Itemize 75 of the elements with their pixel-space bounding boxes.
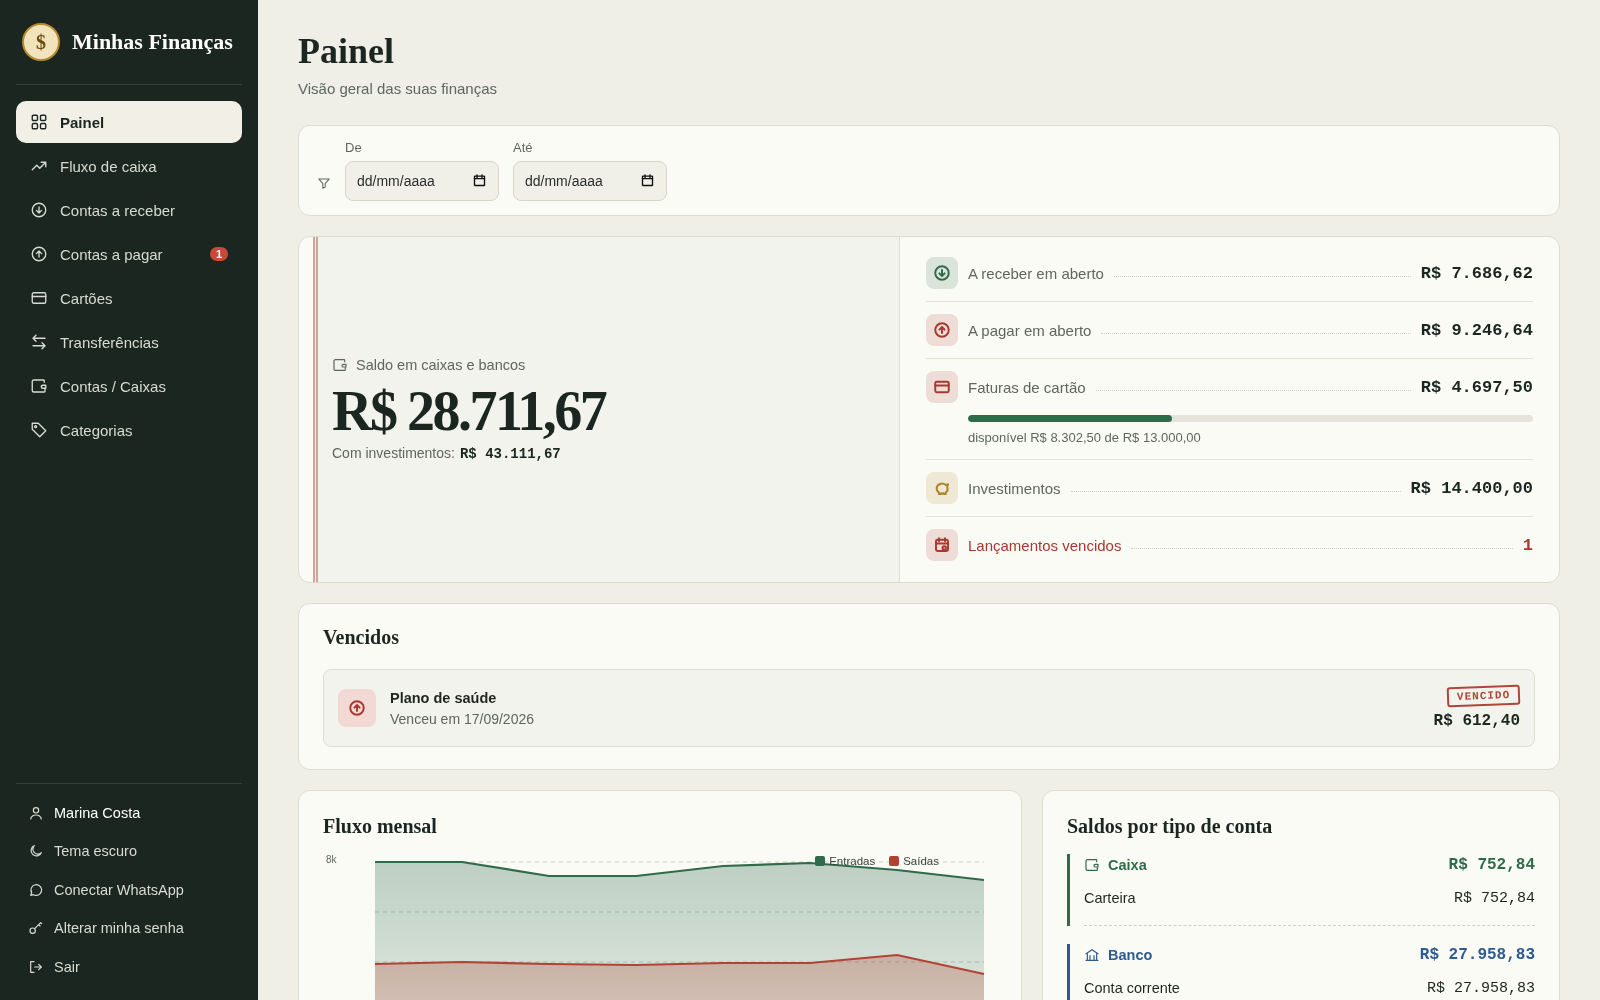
wallet-icon xyxy=(1084,857,1100,873)
due-date: Venceu em 17/09/2026 xyxy=(390,710,535,727)
person-icon xyxy=(28,804,44,821)
nav-item[interactable]: Transferências xyxy=(16,321,242,363)
limit-note: disponível R$ 8.302,50 de R$ 13.000,00 xyxy=(968,430,1202,445)
menu-link[interactable]: Sair xyxy=(16,947,242,986)
tag-icon xyxy=(30,421,48,439)
moon-icon xyxy=(28,843,44,860)
account-name: Carteira xyxy=(1084,890,1136,907)
section-title: Saldos por tipo de conta xyxy=(1067,815,1274,838)
date-field[interactable]: dd/mm/aaaa xyxy=(345,161,499,201)
filter-icon xyxy=(317,176,331,190)
axis-label: 8k xyxy=(326,854,337,865)
arrow-up-circle-icon xyxy=(30,245,48,263)
metric-label: Faturas de cartão xyxy=(968,378,1086,396)
wallet-icon xyxy=(30,377,48,395)
calendar-icon xyxy=(640,173,655,188)
field-label: Até xyxy=(513,140,534,155)
logout-icon xyxy=(28,958,44,975)
metric-label: A pagar em aberto xyxy=(968,321,1092,339)
investments-label: Com investimentos: xyxy=(332,445,455,461)
chart-title: Fluxo mensal xyxy=(323,815,438,838)
overdue-item[interactable]: Plano de saúde Venceu em 17/09/2026 VENCIDO R$ 612,40 xyxy=(323,669,1535,747)
chat-bubble-icon xyxy=(28,881,44,898)
nav-item[interactable]: Cartões xyxy=(16,277,242,319)
wallet-icon xyxy=(332,357,348,373)
nav-item[interactable]: Contas a receber xyxy=(16,189,242,231)
page-subtitle: Visão geral das suas finanças xyxy=(298,80,498,97)
item-amount: R$ 612,40 xyxy=(1433,712,1520,730)
section-title: Vencidos xyxy=(323,626,400,649)
nav-item[interactable]: Fluxo de caixa xyxy=(16,145,242,187)
legend-label: Saídas xyxy=(903,855,939,867)
metric-value: R$ 14.400,00 xyxy=(1410,478,1533,498)
account-name: Conta corrente xyxy=(1084,980,1180,997)
overdue-stamp: VENCIDO xyxy=(1446,684,1521,708)
menu-link[interactable]: Conectar WhatsApp xyxy=(16,870,242,909)
metric-label: Lançamentos vencidos xyxy=(968,536,1122,554)
arrow-down-circle-icon xyxy=(30,201,48,219)
metric-value: R$ 4.697,50 xyxy=(1420,377,1533,397)
key-icon xyxy=(28,920,44,937)
legend-label: Entradas xyxy=(829,855,876,867)
metric-label: A receber em aberto xyxy=(968,264,1104,282)
group-name: Caixa xyxy=(1108,857,1148,873)
user-name: Marina Costa xyxy=(54,804,141,821)
app-title: Minhas Finanças xyxy=(72,29,233,55)
menu-link[interactable]: Tema escuro xyxy=(16,832,242,871)
menu-link[interactable]: Alterar minha senha xyxy=(16,909,242,948)
logo-icon: $ xyxy=(22,23,60,61)
balance-label: Saldo em caixas e bancos xyxy=(356,357,526,373)
item-title: Plano de saúde xyxy=(390,689,498,706)
group-name: Banco xyxy=(1108,947,1154,963)
nav-item[interactable]: Contas a pagar 1 xyxy=(16,233,242,275)
metric-value: R$ 9.246,64 xyxy=(1420,320,1533,340)
group-total: R$ 752,84 xyxy=(1448,856,1535,874)
balance-amount: R$ 28.711,67 xyxy=(332,379,607,443)
page-title: Painel xyxy=(298,30,395,72)
investments-amount: R$ 43.111,67 xyxy=(459,446,561,462)
count-badge: 1 xyxy=(209,247,228,261)
nav-item[interactable]: Categorias xyxy=(16,409,242,451)
account-amount: R$ 752,84 xyxy=(1454,890,1535,907)
swap-arrows-icon xyxy=(30,333,48,351)
dashboard-icon xyxy=(30,113,48,131)
nav-item[interactable]: Painel xyxy=(16,101,242,143)
date-field[interactable]: dd/mm/aaaa xyxy=(513,161,667,201)
field-label: De xyxy=(345,140,363,155)
metric-value: R$ 7.686,62 xyxy=(1420,263,1533,283)
metric-value: 1 xyxy=(1522,535,1533,555)
metric-label: Investimentos xyxy=(968,479,1061,497)
account-amount: R$ 27.958,83 xyxy=(1426,980,1535,997)
credit-card-icon xyxy=(30,289,48,307)
group-total: R$ 27.958,83 xyxy=(1419,946,1535,964)
nav-item[interactable]: Contas / Caixas xyxy=(16,365,242,407)
calendar-icon xyxy=(472,173,487,188)
arrow-up-circle-icon xyxy=(348,699,366,717)
bank-icon xyxy=(1084,947,1100,963)
